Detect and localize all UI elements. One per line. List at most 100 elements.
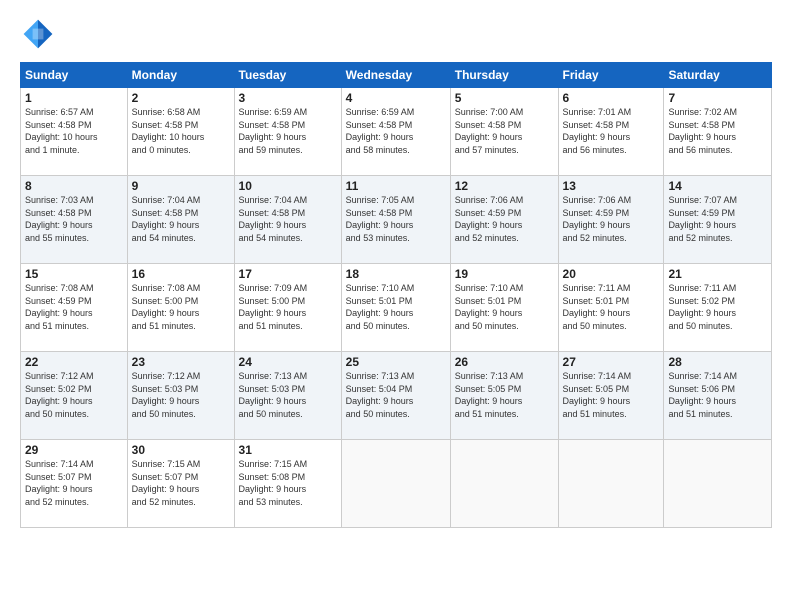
day-info: Sunrise: 7:04 AM Sunset: 4:58 PM Dayligh…: [239, 194, 337, 244]
day-cell: 11Sunrise: 7:05 AM Sunset: 4:58 PM Dayli…: [341, 176, 450, 264]
day-info: Sunrise: 7:11 AM Sunset: 5:01 PM Dayligh…: [563, 282, 660, 332]
day-number: 29: [25, 443, 123, 457]
day-cell: 5Sunrise: 7:00 AM Sunset: 4:58 PM Daylig…: [450, 88, 558, 176]
day-number: 2: [132, 91, 230, 105]
day-info: Sunrise: 7:09 AM Sunset: 5:00 PM Dayligh…: [239, 282, 337, 332]
day-info: Sunrise: 7:02 AM Sunset: 4:58 PM Dayligh…: [668, 106, 767, 156]
day-cell: 8Sunrise: 7:03 AM Sunset: 4:58 PM Daylig…: [21, 176, 128, 264]
day-info: Sunrise: 7:12 AM Sunset: 5:03 PM Dayligh…: [132, 370, 230, 420]
day-info: Sunrise: 7:13 AM Sunset: 5:04 PM Dayligh…: [346, 370, 446, 420]
day-info: Sunrise: 6:59 AM Sunset: 4:58 PM Dayligh…: [346, 106, 446, 156]
logo: [20, 16, 60, 52]
day-number: 19: [455, 267, 554, 281]
day-info: Sunrise: 7:10 AM Sunset: 5:01 PM Dayligh…: [455, 282, 554, 332]
day-number: 22: [25, 355, 123, 369]
day-info: Sunrise: 7:08 AM Sunset: 5:00 PM Dayligh…: [132, 282, 230, 332]
day-cell: 25Sunrise: 7:13 AM Sunset: 5:04 PM Dayli…: [341, 352, 450, 440]
day-cell: 7Sunrise: 7:02 AM Sunset: 4:58 PM Daylig…: [664, 88, 772, 176]
day-cell: [450, 440, 558, 528]
day-cell: 12Sunrise: 7:06 AM Sunset: 4:59 PM Dayli…: [450, 176, 558, 264]
day-cell: 17Sunrise: 7:09 AM Sunset: 5:00 PM Dayli…: [234, 264, 341, 352]
week-row-1: 1Sunrise: 6:57 AM Sunset: 4:58 PM Daylig…: [21, 88, 772, 176]
day-number: 5: [455, 91, 554, 105]
day-number: 21: [668, 267, 767, 281]
day-cell: 30Sunrise: 7:15 AM Sunset: 5:07 PM Dayli…: [127, 440, 234, 528]
calendar-body: 1Sunrise: 6:57 AM Sunset: 4:58 PM Daylig…: [21, 88, 772, 528]
day-cell: 28Sunrise: 7:14 AM Sunset: 5:06 PM Dayli…: [664, 352, 772, 440]
header: [20, 16, 772, 52]
day-number: 4: [346, 91, 446, 105]
day-info: Sunrise: 7:14 AM Sunset: 5:06 PM Dayligh…: [668, 370, 767, 420]
day-number: 10: [239, 179, 337, 193]
day-cell: 10Sunrise: 7:04 AM Sunset: 4:58 PM Dayli…: [234, 176, 341, 264]
day-cell: 1Sunrise: 6:57 AM Sunset: 4:58 PM Daylig…: [21, 88, 128, 176]
day-number: 18: [346, 267, 446, 281]
day-info: Sunrise: 7:07 AM Sunset: 4:59 PM Dayligh…: [668, 194, 767, 244]
day-cell: 15Sunrise: 7:08 AM Sunset: 4:59 PM Dayli…: [21, 264, 128, 352]
day-info: Sunrise: 7:01 AM Sunset: 4:58 PM Dayligh…: [563, 106, 660, 156]
day-info: Sunrise: 7:14 AM Sunset: 5:07 PM Dayligh…: [25, 458, 123, 508]
week-row-5: 29Sunrise: 7:14 AM Sunset: 5:07 PM Dayli…: [21, 440, 772, 528]
week-row-2: 8Sunrise: 7:03 AM Sunset: 4:58 PM Daylig…: [21, 176, 772, 264]
day-info: Sunrise: 7:06 AM Sunset: 4:59 PM Dayligh…: [455, 194, 554, 244]
weekday-sunday: Sunday: [21, 63, 128, 88]
day-cell: 13Sunrise: 7:06 AM Sunset: 4:59 PM Dayli…: [558, 176, 664, 264]
day-cell: 26Sunrise: 7:13 AM Sunset: 5:05 PM Dayli…: [450, 352, 558, 440]
day-number: 9: [132, 179, 230, 193]
day-info: Sunrise: 7:06 AM Sunset: 4:59 PM Dayligh…: [563, 194, 660, 244]
day-cell: 22Sunrise: 7:12 AM Sunset: 5:02 PM Dayli…: [21, 352, 128, 440]
day-cell: 3Sunrise: 6:59 AM Sunset: 4:58 PM Daylig…: [234, 88, 341, 176]
day-info: Sunrise: 7:15 AM Sunset: 5:08 PM Dayligh…: [239, 458, 337, 508]
weekday-wednesday: Wednesday: [341, 63, 450, 88]
day-info: Sunrise: 7:08 AM Sunset: 4:59 PM Dayligh…: [25, 282, 123, 332]
weekday-tuesday: Tuesday: [234, 63, 341, 88]
day-cell: 29Sunrise: 7:14 AM Sunset: 5:07 PM Dayli…: [21, 440, 128, 528]
day-cell: 2Sunrise: 6:58 AM Sunset: 4:58 PM Daylig…: [127, 88, 234, 176]
day-number: 20: [563, 267, 660, 281]
weekday-friday: Friday: [558, 63, 664, 88]
day-number: 30: [132, 443, 230, 457]
day-info: Sunrise: 6:58 AM Sunset: 4:58 PM Dayligh…: [132, 106, 230, 156]
day-cell: 20Sunrise: 7:11 AM Sunset: 5:01 PM Dayli…: [558, 264, 664, 352]
day-cell: 14Sunrise: 7:07 AM Sunset: 4:59 PM Dayli…: [664, 176, 772, 264]
day-number: 17: [239, 267, 337, 281]
day-number: 27: [563, 355, 660, 369]
day-number: 14: [668, 179, 767, 193]
day-cell: 21Sunrise: 7:11 AM Sunset: 5:02 PM Dayli…: [664, 264, 772, 352]
day-cell: 9Sunrise: 7:04 AM Sunset: 4:58 PM Daylig…: [127, 176, 234, 264]
day-cell: 31Sunrise: 7:15 AM Sunset: 5:08 PM Dayli…: [234, 440, 341, 528]
week-row-3: 15Sunrise: 7:08 AM Sunset: 4:59 PM Dayli…: [21, 264, 772, 352]
day-cell: [341, 440, 450, 528]
day-cell: [558, 440, 664, 528]
day-number: 12: [455, 179, 554, 193]
logo-icon: [20, 16, 56, 52]
day-number: 23: [132, 355, 230, 369]
day-info: Sunrise: 7:12 AM Sunset: 5:02 PM Dayligh…: [25, 370, 123, 420]
day-cell: 4Sunrise: 6:59 AM Sunset: 4:58 PM Daylig…: [341, 88, 450, 176]
week-row-4: 22Sunrise: 7:12 AM Sunset: 5:02 PM Dayli…: [21, 352, 772, 440]
day-cell: 19Sunrise: 7:10 AM Sunset: 5:01 PM Dayli…: [450, 264, 558, 352]
calendar-header: SundayMondayTuesdayWednesdayThursdayFrid…: [21, 63, 772, 88]
day-number: 15: [25, 267, 123, 281]
day-cell: 6Sunrise: 7:01 AM Sunset: 4:58 PM Daylig…: [558, 88, 664, 176]
day-cell: 27Sunrise: 7:14 AM Sunset: 5:05 PM Dayli…: [558, 352, 664, 440]
day-number: 16: [132, 267, 230, 281]
day-cell: 16Sunrise: 7:08 AM Sunset: 5:00 PM Dayli…: [127, 264, 234, 352]
day-cell: 23Sunrise: 7:12 AM Sunset: 5:03 PM Dayli…: [127, 352, 234, 440]
day-info: Sunrise: 7:03 AM Sunset: 4:58 PM Dayligh…: [25, 194, 123, 244]
weekday-monday: Monday: [127, 63, 234, 88]
day-number: 25: [346, 355, 446, 369]
day-info: Sunrise: 7:04 AM Sunset: 4:58 PM Dayligh…: [132, 194, 230, 244]
day-info: Sunrise: 6:59 AM Sunset: 4:58 PM Dayligh…: [239, 106, 337, 156]
day-info: Sunrise: 7:10 AM Sunset: 5:01 PM Dayligh…: [346, 282, 446, 332]
page: SundayMondayTuesdayWednesdayThursdayFrid…: [0, 0, 792, 612]
day-info: Sunrise: 7:11 AM Sunset: 5:02 PM Dayligh…: [668, 282, 767, 332]
day-number: 11: [346, 179, 446, 193]
day-cell: 24Sunrise: 7:13 AM Sunset: 5:03 PM Dayli…: [234, 352, 341, 440]
day-info: Sunrise: 7:14 AM Sunset: 5:05 PM Dayligh…: [563, 370, 660, 420]
day-number: 7: [668, 91, 767, 105]
calendar-table: SundayMondayTuesdayWednesdayThursdayFrid…: [20, 62, 772, 528]
weekday-saturday: Saturday: [664, 63, 772, 88]
day-number: 24: [239, 355, 337, 369]
weekday-row: SundayMondayTuesdayWednesdayThursdayFrid…: [21, 63, 772, 88]
